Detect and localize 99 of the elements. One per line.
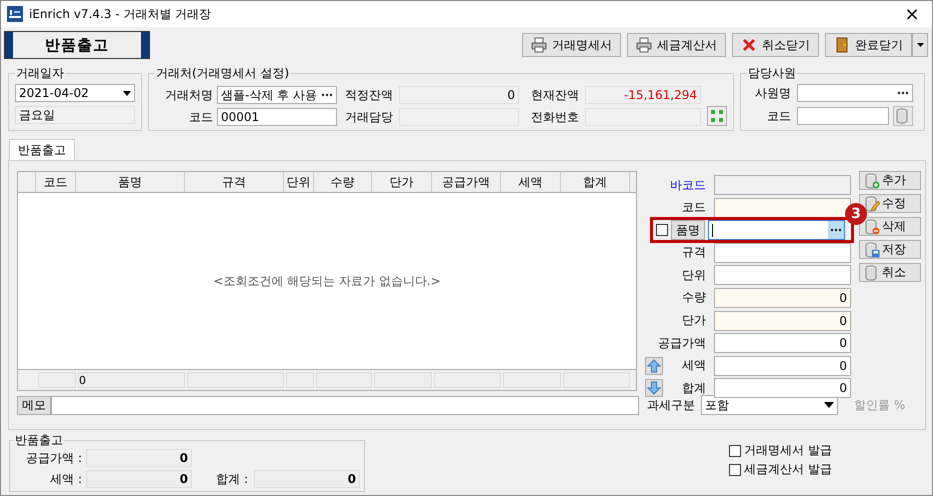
memo-field[interactable] (51, 396, 639, 414)
toolbar-button[interactable]: 취소닫기 (732, 33, 819, 57)
input-field[interactable]: 0 (714, 333, 851, 354)
column-header[interactable]: 공급가액 (432, 172, 501, 192)
action-button[interactable]: 저장 (859, 240, 921, 259)
field-label: 합계 (681, 380, 706, 397)
caret-icon (916, 43, 924, 47)
summary-value: 0 (254, 470, 360, 488)
more-icon (321, 93, 333, 97)
field-label-button[interactable]: 품명 (671, 220, 705, 240)
toolbar-button[interactable]: 거래명세서 (522, 33, 621, 57)
door-icon (834, 37, 850, 53)
printer-icon (531, 37, 547, 53)
caret-icon (824, 402, 834, 408)
action-button[interactable]: 수정 (859, 194, 921, 213)
column-header[interactable]: 합계 (561, 172, 630, 192)
lookup-button[interactable] (893, 106, 913, 126)
discount-label: 할인률 % (854, 396, 906, 414)
database-remove-icon (864, 218, 880, 234)
more-icon (830, 228, 842, 232)
date-picker[interactable]: 2021-04-02 (15, 84, 135, 102)
dropdown-button[interactable] (912, 33, 928, 57)
input-field[interactable] (714, 198, 851, 218)
checkbox-label: 거래명세서 발급 (744, 442, 832, 459)
readonly-field: 0 (399, 86, 519, 104)
action-button[interactable]: 추가 (859, 171, 921, 190)
field-label: 과세구분 (646, 396, 695, 414)
readonly-field: -15,161,294 (585, 86, 701, 104)
field-label: 전화번호 (530, 108, 580, 126)
more-icon (897, 91, 909, 95)
caret-icon (123, 90, 131, 96)
cross-icon (741, 37, 757, 53)
input-field[interactable] (714, 175, 851, 195)
checkbox[interactable] (729, 464, 742, 476)
field-label: 세액 (681, 357, 706, 374)
form-title-banner: 반품출고 (4, 31, 150, 59)
field-label: 코드 (681, 199, 706, 216)
summary-label: 공급가액 : (25, 450, 83, 466)
summary-value: 0 (86, 470, 192, 488)
checkbox[interactable] (656, 224, 668, 236)
column-header[interactable]: 규격 (185, 172, 284, 192)
input-field[interactable]: 0 (714, 288, 851, 308)
database-save-icon (864, 242, 880, 258)
action-button[interactable]: 취소 (859, 263, 921, 282)
group-legend: 반품출고 (14, 432, 64, 449)
field-label: 공급가액 (657, 334, 706, 352)
input-field[interactable] (714, 242, 851, 263)
column-header[interactable]: 품명 (76, 172, 185, 192)
field-label: 단위 (681, 266, 706, 284)
client-name-field[interactable]: 샘플-삭제 후 사용 (217, 86, 337, 104)
field-label: 바코드 (669, 176, 706, 194)
summary-value: 0 (86, 449, 192, 467)
field-label: 거래담당 (344, 108, 394, 126)
toolbar-button[interactable]: 완료닫기 (825, 33, 912, 57)
window-title: iEnrich v7.4.3 - 거래처별 거래장 (29, 6, 212, 22)
input-field[interactable] (714, 265, 851, 286)
weekday-field: 금요일 (15, 106, 135, 124)
input-field[interactable]: 0 (714, 310, 851, 331)
tab[interactable]: 반품출고 (9, 139, 75, 160)
toolbar-button[interactable]: 세금계산서 (627, 33, 726, 57)
field-label: 현재잔액 (530, 86, 580, 104)
checkbox-label: 세금계산서 발급 (744, 461, 832, 478)
field-label: 코드 (766, 108, 792, 124)
action-button[interactable]: 삭제 (859, 217, 921, 236)
staff-code-field[interactable] (797, 107, 889, 125)
empty-message: <조회조건에 해당되는 자료가 없습니다.> (213, 272, 441, 290)
database-add-icon (864, 172, 880, 188)
input-field[interactable]: 0 (714, 356, 851, 376)
group-legend: 담당사원 (747, 65, 797, 82)
database-pencil-icon (864, 196, 880, 212)
staff-name-field[interactable] (797, 84, 913, 102)
summary-label: 합계 : (215, 470, 249, 488)
grid-icon[interactable] (707, 106, 727, 126)
field-label: 거래처명 (164, 86, 214, 104)
group-legend: 거래일자 (15, 65, 65, 82)
group-legend: 거래처(거래명세서 설정) (155, 65, 290, 82)
memo-label-button[interactable]: 메모 (17, 396, 51, 414)
field-label: 수량 (681, 289, 706, 306)
checkbox[interactable] (729, 444, 742, 456)
column-header[interactable]: 세액 (501, 172, 561, 192)
down-arrow-icon[interactable] (645, 379, 663, 398)
app-logo-icon (7, 6, 23, 22)
field-label: 코드 (188, 108, 214, 126)
up-arrow-icon[interactable] (645, 356, 663, 375)
summary-label: 세액 : (49, 470, 83, 488)
column-header[interactable]: 수량 (314, 172, 372, 192)
close-button[interactable]: × (892, 1, 932, 27)
item-name-field[interactable] (708, 220, 845, 240)
field-label: 규격 (681, 244, 706, 262)
client-code-field[interactable]: 00001 (217, 108, 337, 126)
field-label: 사원명 (754, 84, 792, 102)
input-field[interactable]: 0 (714, 378, 851, 398)
column-header[interactable]: 단위 (284, 172, 314, 192)
field-label: 단가 (681, 312, 706, 330)
field-label: 적정잔액 (344, 86, 394, 104)
printer-icon (636, 37, 652, 53)
row-count: 0 (78, 372, 185, 388)
column-header[interactable]: 단가 (372, 172, 432, 192)
column-header[interactable]: 코드 (36, 172, 76, 192)
